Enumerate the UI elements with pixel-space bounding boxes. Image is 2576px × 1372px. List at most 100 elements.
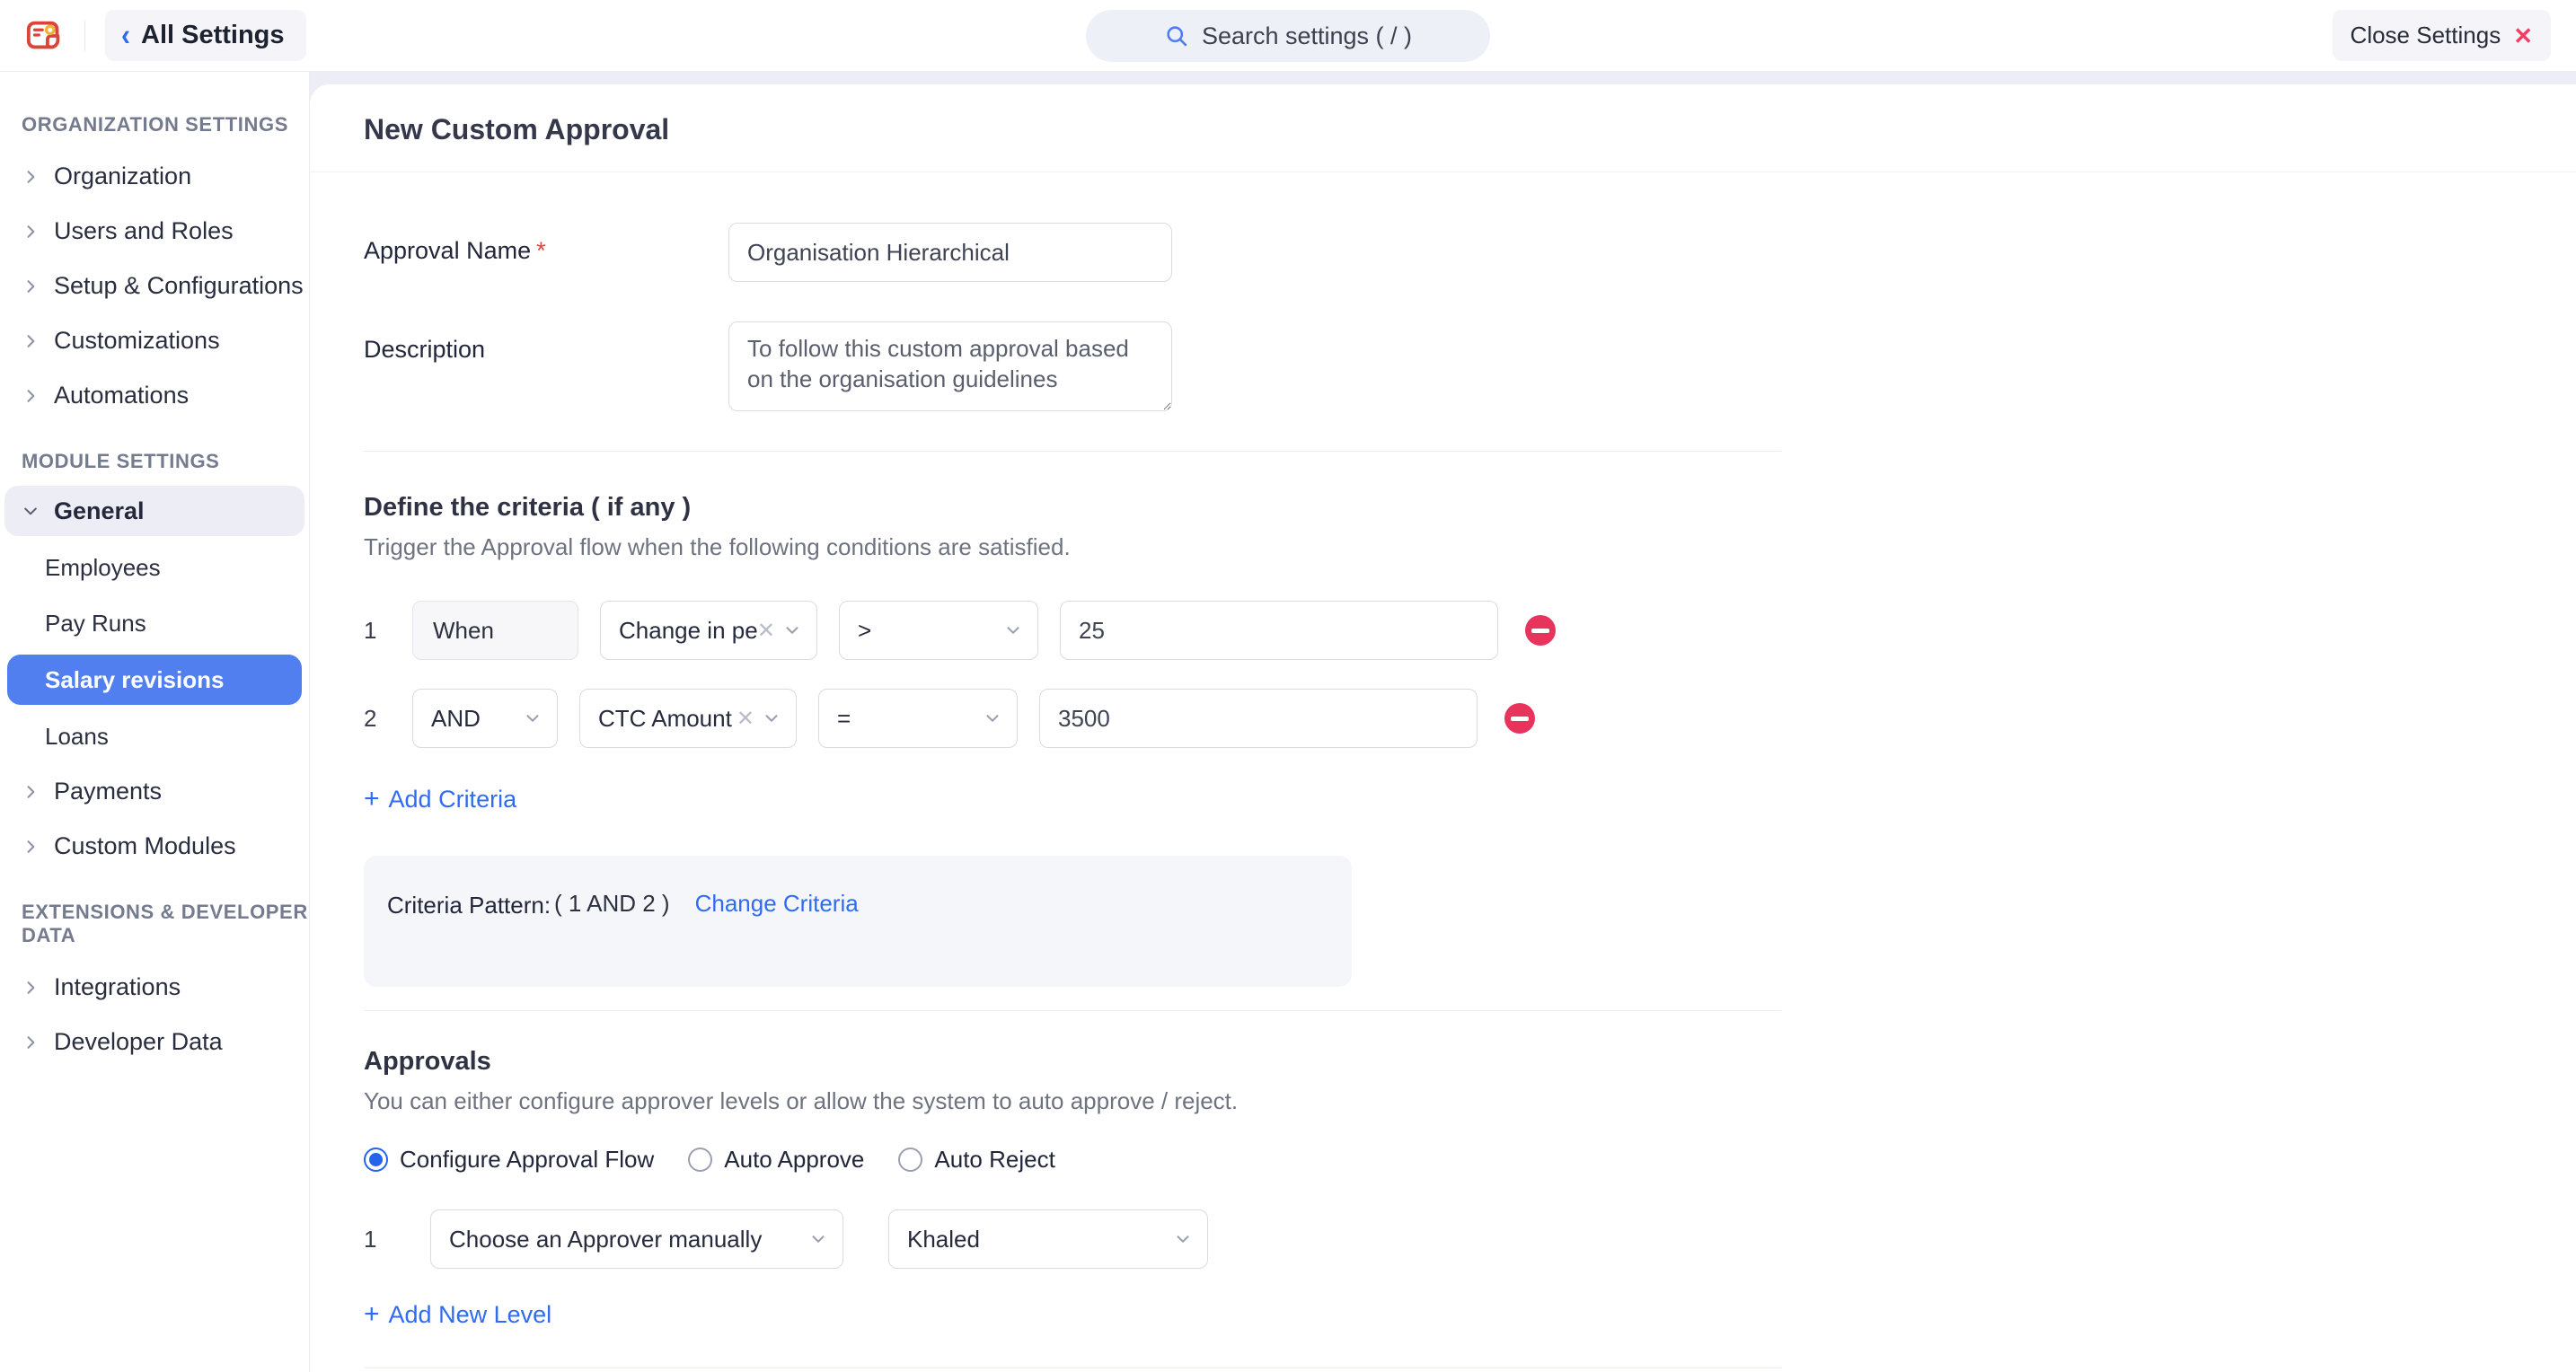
chevron-down-icon [523,708,543,728]
main-area: New Custom Approval Approval Name* Descr… [310,72,2576,1372]
page-title: New Custom Approval [364,113,2576,146]
criteria-pattern-box: Criteria Pattern: ( 1 AND 2 ) Change Cri… [364,856,1352,987]
sidebar-item-automations[interactable]: Automations [0,368,309,423]
sidebar-item-salary-revisions[interactable]: Salary revisions [7,655,302,705]
conjunction-text: When [433,617,494,645]
add-criteria-button[interactable]: + Add Criteria [364,784,516,814]
close-settings-label: Close Settings [2351,22,2501,49]
approver-select[interactable]: Khaled [888,1209,1208,1269]
sidebar-item-pay-runs[interactable]: Pay Runs [0,595,309,651]
chevron-down-icon [762,708,781,728]
sidebar-item-label: Salary revisions [45,666,224,694]
radio-icon [688,1148,712,1172]
approver-type-select[interactable]: Choose an Approver manually [430,1209,843,1269]
section-divider [364,451,1781,452]
criteria-operator-select[interactable]: = [818,689,1018,748]
clear-selection-icon[interactable]: ✕ [757,618,775,644]
sidebar-item-label: Loans [45,723,109,751]
radio-label: Auto Approve [724,1146,864,1174]
sidebar-section-heading: ORGANIZATION SETTINGS [22,113,309,136]
sidebar-item-label: Users and Roles [54,217,234,245]
sidebar-item-integrations[interactable]: Integrations [0,960,309,1015]
criteria-section-heading: Define the criteria ( if any ) [364,493,1783,523]
sidebar-section-heading: EXTENSIONS & DEVELOPER DATA [22,901,309,947]
section-divider [364,1010,1781,1011]
page-header: New Custom Approval [310,84,2576,172]
radio-auto-reject[interactable]: Auto Reject [898,1146,1054,1174]
criteria-field-select[interactable]: CTC Amount ✕ [579,689,797,748]
sidebar-item-label: Customizations [54,327,220,355]
chevron-down-icon [808,1229,828,1249]
criteria-operator-select[interactable]: > [839,601,1038,660]
search-icon [1164,23,1189,48]
sidebar-item-setup-configurations[interactable]: Setup & Configurations [0,259,309,313]
add-criteria-label: Add Criteria [389,786,517,814]
sidebar-item-payments[interactable]: Payments [0,764,309,819]
add-new-level-label: Add New Level [389,1301,552,1329]
chevron-down-icon [22,502,40,520]
sidebar-item-organization[interactable]: Organization [0,149,309,204]
radio-auto-approve[interactable]: Auto Approve [688,1146,864,1174]
sidebar-item-employees[interactable]: Employees [0,540,309,595]
selected-operator-text: > [858,617,1003,645]
approval-name-label: Approval Name* [364,223,728,282]
sidebar-item-label: Developer Data [54,1028,223,1056]
criteria-pattern-value: ( 1 AND 2 ) [554,890,670,918]
close-settings-button[interactable]: Close Settings ✕ [2333,10,2551,61]
criteria-row: 2 AND CTC Amount ✕ = [364,689,1783,748]
selected-approver-text: Khaled [907,1226,1173,1253]
approval-name-input[interactable] [728,223,1172,282]
selected-operator-text: = [837,705,983,733]
radio-label: Configure Approval Flow [400,1146,654,1174]
sidebar-item-customizations[interactable]: Customizations [0,313,309,368]
search-placeholder-text: Search settings ( / ) [1202,22,1412,50]
chevron-right-icon [22,1033,40,1051]
description-label: Description [364,321,728,411]
chevron-down-icon [1003,620,1023,640]
remove-criteria-button[interactable] [1525,615,1556,646]
plus-icon: + [364,1299,380,1330]
all-settings-back-button[interactable]: ‹ All Settings [105,10,306,61]
topbar-divider [84,21,85,51]
sidebar-item-label: Setup & Configurations [54,272,304,300]
chevron-down-icon [782,620,802,640]
criteria-field-select[interactable]: Change in perc... ✕ [600,601,817,660]
description-row: Description To follow this custom approv… [364,321,1783,411]
approvals-section-subtitle: You can either configure approver levels… [364,1087,1783,1115]
approval-form: Approval Name* Description To follow thi… [310,223,1783,1372]
chevron-right-icon [22,838,40,856]
sidebar-item-label: Organization [54,163,191,190]
criteria-conjunction-static: When [412,601,578,660]
search-settings-input[interactable]: Search settings ( / ) [1086,10,1490,62]
criteria-row-number: 2 [364,705,393,733]
approval-mode-radio-group: Configure Approval Flow Auto Approve Aut… [364,1146,1783,1174]
criteria-value-input[interactable] [1060,601,1498,660]
add-new-level-button[interactable]: + Add New Level [364,1299,551,1330]
sidebar-item-users-and-roles[interactable]: Users and Roles [0,204,309,259]
criteria-conjunction-select[interactable]: AND [412,689,558,748]
criteria-section-subtitle: Trigger the Approval flow when the follo… [364,533,1783,561]
close-x-icon: ✕ [2513,24,2533,48]
description-textarea[interactable]: To follow this custom approval based on … [728,321,1172,411]
sidebar-item-label: Payments [54,778,162,805]
approval-name-row: Approval Name* [364,223,1783,282]
radio-configure-approval-flow[interactable]: Configure Approval Flow [364,1146,654,1174]
sidebar-item-developer-data[interactable]: Developer Data [0,1015,309,1069]
criteria-value-input[interactable] [1039,689,1478,748]
remove-criteria-button[interactable] [1504,703,1535,734]
plus-icon: + [364,784,380,814]
chevron-right-icon [22,332,40,350]
sidebar-item-loans[interactable]: Loans [0,708,309,764]
chevron-left-icon: ‹ [121,20,130,51]
sidebar-item-custom-modules[interactable]: Custom Modules [0,819,309,874]
level-number: 1 [364,1226,393,1253]
clear-selection-icon[interactable]: ✕ [737,706,754,732]
radio-icon [364,1148,388,1172]
back-button-label: All Settings [141,21,285,50]
sidebar-group-general[interactable]: General [4,486,304,536]
selected-conjunction-text: AND [431,705,523,733]
chevron-down-icon [1173,1229,1193,1249]
app-logo-payroll-icon[interactable] [25,15,66,57]
chevron-down-icon [983,708,1002,728]
change-criteria-link[interactable]: Change Criteria [695,890,859,918]
